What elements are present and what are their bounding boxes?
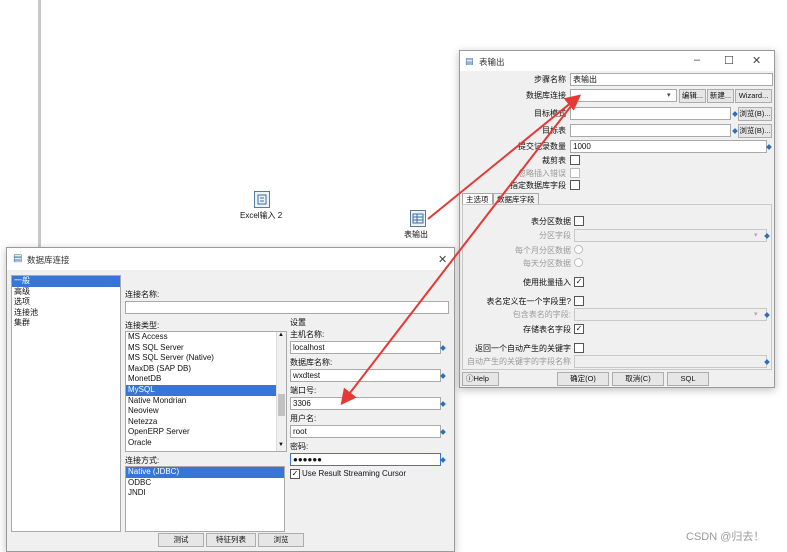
annotation-arrow-to-port: [340, 96, 579, 406]
watermark: CSDN @归去！: [686, 531, 765, 543]
annotation-arrows: [340, 94, 582, 406]
annotation-arrow-to-connection: [427, 94, 582, 220]
